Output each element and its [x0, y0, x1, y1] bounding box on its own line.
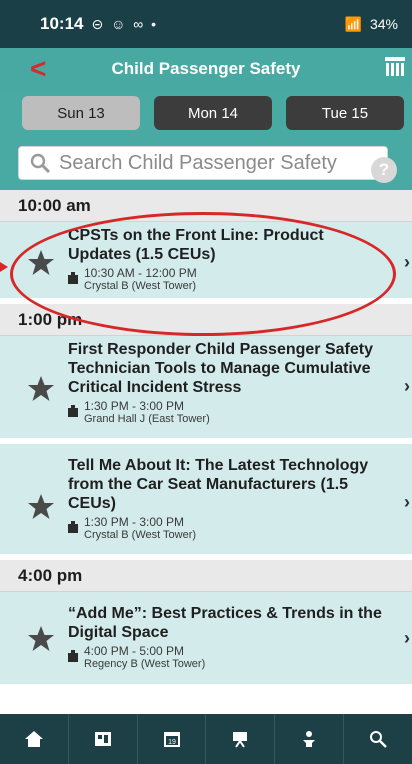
- nav-people[interactable]: [275, 714, 345, 764]
- session-location: Regency B (West Tower): [84, 658, 206, 670]
- calendar-icon: 19: [163, 732, 180, 747]
- battery-percent: 34%: [369, 16, 398, 32]
- grid-menu-icon[interactable]: [384, 56, 406, 78]
- session-location: Crystal B (West Tower): [84, 529, 197, 541]
- help-button[interactable]: ?: [371, 157, 397, 183]
- session-item[interactable]: First Responder Child Passenger Safety T…: [0, 336, 412, 444]
- tab-mon-14[interactable]: Mon 14: [154, 96, 272, 130]
- briefcase-icon: [68, 521, 78, 533]
- session-title: “Add Me”: Best Practices & Trends in the…: [68, 605, 382, 641]
- session-item[interactable]: Tell Me About It: The Latest Technology …: [0, 444, 412, 560]
- time-header-1000: 10:00 am: [0, 190, 412, 222]
- chevron-right-icon[interactable]: ›: [404, 628, 410, 649]
- back-chevron-icon[interactable]: <: [30, 54, 54, 84]
- presentation-icon: [233, 732, 248, 748]
- page-title: Child Passenger Safety: [111, 59, 301, 78]
- search-placeholder: Search Child Passenger Safety: [59, 151, 337, 174]
- search-input[interactable]: Search Child Passenger Safety ?: [18, 146, 397, 183]
- star-icon[interactable]: [26, 492, 56, 522]
- session-title: CPSTs on the Front Line: Product Updates…: [68, 227, 324, 263]
- tab-sun-13[interactable]: Sun 13: [22, 96, 140, 130]
- nav-map[interactable]: [69, 714, 138, 764]
- map-icon: [94, 732, 111, 746]
- time-header-0100: 1:00 pm: [0, 304, 412, 336]
- session-list: 10:00 am CPSTs on the Front Line: Produc…: [0, 190, 412, 714]
- people-icon: [303, 731, 316, 747]
- signal-icon: 📶: [344, 15, 362, 32]
- nav-presentations[interactable]: [206, 714, 276, 764]
- session-time: 4:00 PM - 5:00 PM: [84, 644, 185, 658]
- session-item[interactable]: “Add Me”: Best Practices & Trends in the…: [0, 592, 412, 684]
- app-screen: 10:14 ⊝ ☺ ∞ • 📶 34% < Child Passenger Sa…: [0, 0, 412, 764]
- chevron-right-icon[interactable]: ›: [404, 376, 410, 397]
- session-title: First Responder Child Passenger Safety T…: [68, 341, 373, 396]
- status-bar: 10:14 ⊝ ☺ ∞ • 📶 34%: [0, 0, 412, 48]
- home-icon: [24, 731, 43, 747]
- star-icon[interactable]: [26, 248, 56, 278]
- session-time: 1:30 PM - 3:00 PM: [84, 515, 185, 529]
- search-icon: [370, 731, 387, 748]
- session-time: 10:30 AM - 12:00 PM: [84, 266, 197, 280]
- chevron-right-icon[interactable]: ›: [404, 252, 410, 273]
- session-item[interactable]: CPSTs on the Front Line: Product Updates…: [0, 222, 412, 304]
- briefcase-icon: [68, 650, 78, 662]
- search-icon: [30, 153, 51, 174]
- chevron-right-icon[interactable]: ›: [404, 492, 410, 513]
- svg-text:19: 19: [168, 739, 176, 746]
- day-tabs: Sun 13 Mon 14 Tue 15: [0, 90, 412, 138]
- search-area: Search Child Passenger Safety ?: [0, 138, 412, 190]
- nav-search[interactable]: [344, 714, 412, 764]
- session-time: 1:30 PM - 3:00 PM: [84, 399, 185, 413]
- app-header: < Child Passenger Safety: [0, 48, 412, 90]
- session-location: Grand Hall J (East Tower): [84, 413, 210, 425]
- briefcase-icon: [68, 405, 78, 417]
- briefcase-icon: [68, 272, 78, 284]
- bottom-nav: 19: [0, 714, 412, 764]
- star-icon[interactable]: [26, 374, 56, 404]
- status-right: 📶 34%: [345, 16, 398, 33]
- star-icon[interactable]: [26, 624, 56, 654]
- nav-calendar[interactable]: 19: [138, 714, 207, 764]
- nav-home[interactable]: [0, 714, 69, 764]
- status-left-icons: ⊝ ☺ ∞ •: [91, 15, 159, 32]
- status-time: 10:14: [40, 14, 84, 33]
- session-title: Tell Me About It: The Latest Technology …: [68, 457, 369, 512]
- tab-tue-15[interactable]: Tue 15: [286, 96, 404, 130]
- session-location: Crystal B (West Tower): [84, 280, 197, 292]
- time-header-0400: 4:00 pm: [0, 560, 412, 592]
